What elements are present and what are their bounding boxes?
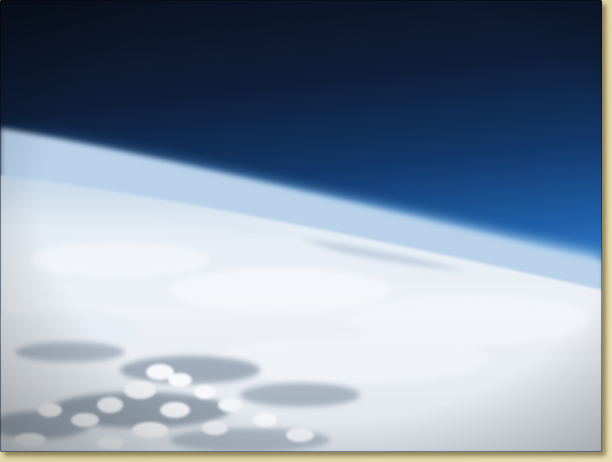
photo-page bbox=[0, 0, 612, 462]
stratosphere-photo bbox=[0, 0, 602, 452]
photo-frame bbox=[0, 0, 602, 452]
